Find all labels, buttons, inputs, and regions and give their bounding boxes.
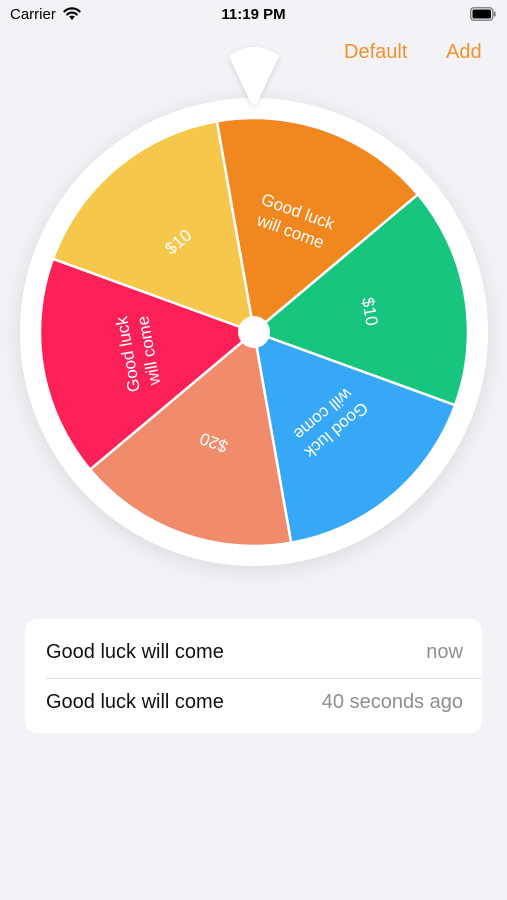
history-time-label: 40 seconds ago <box>321 691 463 713</box>
history-row[interactable]: Good luck will come 40 seconds ago <box>46 677 463 727</box>
wheel-graphic: Good luckwill come$10Good luckwill come$… <box>20 47 488 566</box>
history-row[interactable]: Good luck will come now <box>46 627 463 677</box>
wheel-pointer-icon <box>229 47 279 105</box>
prize-wheel[interactable]: Good luckwill come $10 Good luckwill come $… <box>0 0 507 600</box>
history-result-label: Good luck will come <box>46 691 224 713</box>
history-list: Good luck will come now Good luck will c… <box>25 619 482 733</box>
hub-icon <box>238 316 270 348</box>
history-time-label: now <box>426 641 463 663</box>
history-result-label: Good luck will come <box>46 641 224 663</box>
